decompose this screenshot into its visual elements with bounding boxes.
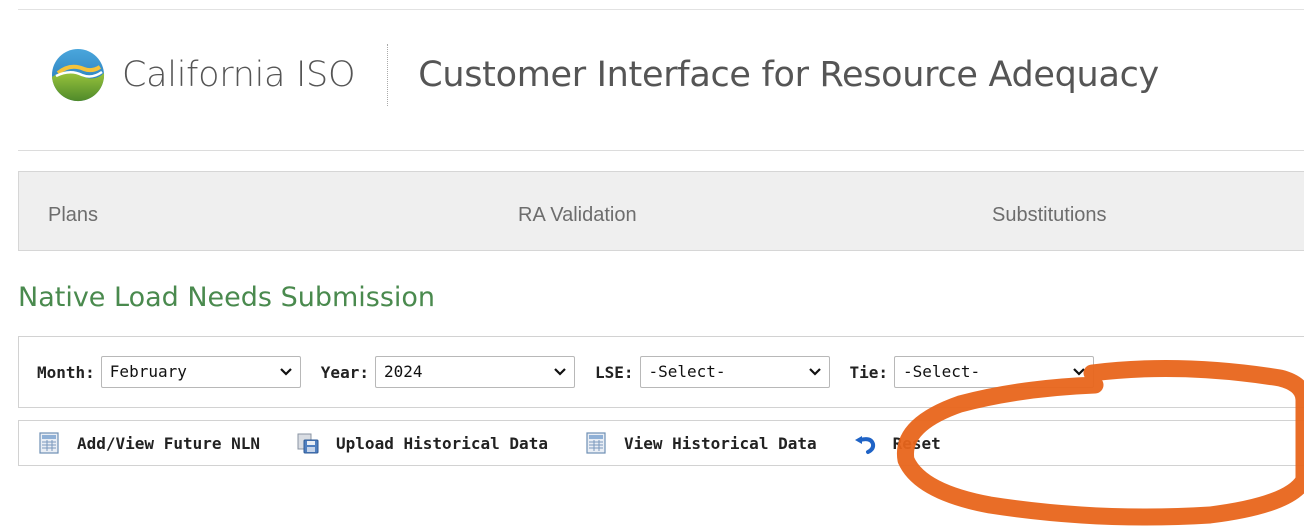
lse-label: LSE: xyxy=(594,362,634,382)
nav-item-plans[interactable]: Plans xyxy=(48,172,98,250)
chevron-down-icon xyxy=(808,368,821,376)
action-toolbar: Add/View Future NLN Upload Historical Da… xyxy=(18,420,1304,466)
month-label: Month: xyxy=(37,362,95,382)
grid-document-icon xyxy=(39,432,59,454)
view-historical-data-button[interactable]: View Historical Data xyxy=(584,431,817,455)
add-view-future-nln-button[interactable]: Add/View Future NLN xyxy=(37,431,260,455)
tie-label: Tie: xyxy=(849,362,889,382)
month-select[interactable]: February xyxy=(100,356,301,388)
chevron-down-icon xyxy=(554,368,566,376)
page-title: Native Load Needs Submission xyxy=(18,282,436,313)
app-title: Customer Interface for Resource Adequacy xyxy=(418,55,1159,95)
lse-select[interactable]: -Select- xyxy=(639,356,830,388)
upload-document-icon xyxy=(297,433,319,454)
upload-historical-data-button[interactable]: Upload Historical Data xyxy=(296,431,548,455)
header-bottom-divider xyxy=(18,150,1304,151)
california-iso-logo-icon xyxy=(52,49,105,102)
nav-item-substitutions[interactable]: Substitutions xyxy=(992,172,1107,250)
main-nav: Plans RA Validation Substitutions xyxy=(18,171,1304,251)
chevron-down-icon xyxy=(280,368,292,376)
reset-button[interactable]: Reset xyxy=(853,431,941,455)
nav-item-ra-validation[interactable]: RA Validation xyxy=(518,172,637,250)
view-historical-data-label: View Historical Data xyxy=(623,433,817,453)
month-select-value: February xyxy=(109,362,187,381)
tie-select-value: -Select- xyxy=(903,362,981,381)
tie-select[interactable]: -Select- xyxy=(894,356,1095,388)
chevron-down-icon xyxy=(1073,368,1085,376)
year-select[interactable]: 2024 xyxy=(374,356,575,388)
brand-name: California ISO xyxy=(122,55,356,95)
upload-historical-data-label: Upload Historical Data xyxy=(336,433,548,453)
top-divider xyxy=(18,9,1304,10)
undo-arrow-icon xyxy=(854,436,875,454)
lse-select-value: -Select- xyxy=(648,362,726,381)
header-divider xyxy=(387,44,389,106)
filter-bar: Month: February Year: 2024 LSE: -Select-… xyxy=(18,336,1304,408)
reset-label: Reset xyxy=(892,433,941,453)
site-header: California ISO Customer Interface for Re… xyxy=(48,36,1159,114)
grid-document-icon xyxy=(586,432,606,454)
year-select-value: 2024 xyxy=(383,362,423,381)
add-view-future-nln-label: Add/View Future NLN xyxy=(77,433,261,453)
year-label: Year: xyxy=(320,362,369,382)
